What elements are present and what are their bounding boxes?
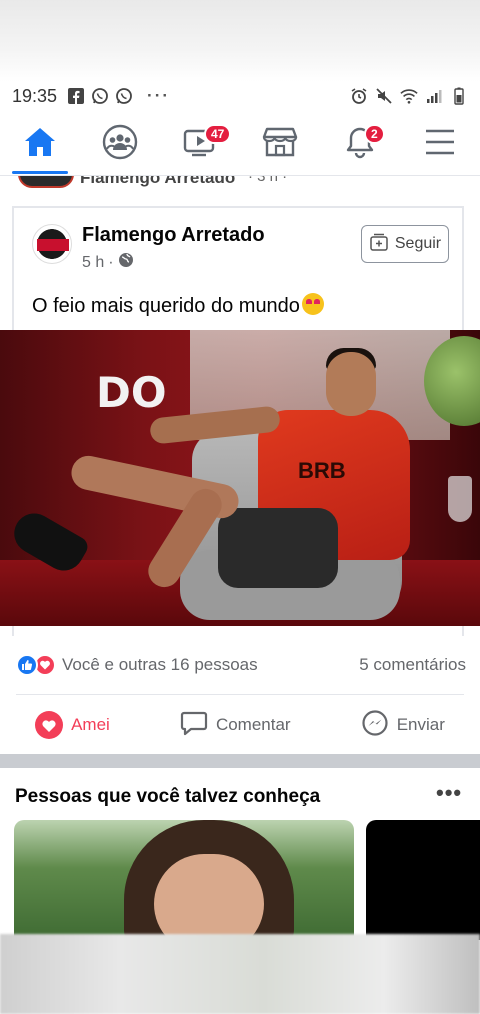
divider bbox=[16, 694, 464, 695]
photo-player-shorts bbox=[218, 508, 338, 588]
post-actions: Amei Comentar Enviar bbox=[0, 702, 480, 748]
photo-glass bbox=[448, 476, 472, 522]
love-button[interactable]: Amei bbox=[35, 711, 110, 739]
reactions-row: Você e outras 16 pessoas 5 comentários bbox=[16, 650, 466, 680]
previous-post-meta: · 3 h · bbox=[248, 176, 288, 185]
photo-backdrop-text: DO bbox=[96, 368, 167, 417]
nav-watch[interactable]: 47 bbox=[164, 116, 236, 174]
watch-badge: 47 bbox=[204, 123, 232, 144]
heart-icon bbox=[35, 711, 64, 739]
mute-icon bbox=[375, 87, 393, 105]
nav-marketplace[interactable] bbox=[244, 116, 316, 174]
follow-icon bbox=[369, 233, 389, 256]
meta-separator: · bbox=[108, 253, 114, 271]
previous-post-peek[interactable]: Flamengo Arretado · 3 h · bbox=[0, 176, 480, 190]
nav-groups[interactable] bbox=[84, 116, 156, 174]
page-avatar[interactable] bbox=[32, 224, 72, 264]
previous-post-page-name: Flamengo Arretado bbox=[80, 176, 236, 187]
photo-player-head bbox=[326, 352, 376, 416]
reaction-icons[interactable] bbox=[16, 654, 56, 676]
people-you-may-know: Pessoas que você talvez conheça ••• bbox=[0, 768, 480, 940]
marketplace-icon bbox=[262, 125, 298, 164]
pymk-title: Pessoas que você talvez conheça bbox=[15, 786, 321, 807]
jersey-sponsor-text: BRB bbox=[298, 458, 346, 483]
suggestion-card[interactable] bbox=[14, 820, 354, 940]
wifi-icon bbox=[400, 87, 418, 105]
comment-button[interactable]: Comentar bbox=[180, 709, 291, 742]
signal-icon bbox=[425, 87, 443, 105]
nav-notifications[interactable]: 2 bbox=[324, 116, 396, 174]
notifications-badge: 2 bbox=[364, 123, 385, 144]
heart-eyes-emoji-icon bbox=[301, 293, 324, 315]
more-notifications-icon: ··· bbox=[147, 86, 171, 105]
groups-icon bbox=[101, 123, 139, 166]
facebook-icon bbox=[67, 87, 85, 105]
previous-post-avatar bbox=[18, 176, 74, 188]
post-time: 5 h bbox=[82, 253, 105, 271]
follow-label: Seguir bbox=[394, 235, 442, 252]
status-bar: 19:35 ··· bbox=[0, 82, 480, 110]
section-separator bbox=[0, 754, 480, 768]
top-navigation: 47 2 bbox=[0, 114, 480, 176]
love-label: Amei bbox=[71, 715, 110, 734]
nav-home[interactable] bbox=[4, 116, 76, 174]
suggestion-card[interactable] bbox=[366, 820, 480, 940]
whatsapp-icon bbox=[91, 87, 109, 105]
like-reaction-icon bbox=[16, 654, 38, 676]
menu-icon bbox=[424, 128, 456, 161]
clock: 19:35 bbox=[12, 85, 58, 106]
comment-icon bbox=[180, 709, 208, 742]
screenshot-blur-bottom bbox=[0, 934, 480, 1014]
home-icon bbox=[23, 126, 57, 163]
nav-menu[interactable] bbox=[404, 116, 476, 174]
more-options-icon[interactable]: ••• bbox=[436, 780, 462, 806]
share-label: Enviar bbox=[396, 715, 445, 734]
suggestion-photo-face bbox=[154, 854, 264, 940]
alarm-icon bbox=[350, 87, 368, 105]
post-header: Flamengo Arretado 5 h · Seguir bbox=[32, 222, 452, 273]
screenshot-blur-top bbox=[0, 0, 480, 82]
messenger-icon bbox=[361, 709, 389, 742]
battery-icon bbox=[450, 87, 468, 105]
comments-count[interactable]: 5 comentários bbox=[359, 655, 466, 675]
post-caption-text: O feio mais querido do mundo bbox=[32, 295, 300, 317]
whatsapp-icon bbox=[115, 87, 133, 105]
post-caption: O feio mais querido do mundo bbox=[32, 293, 324, 318]
globe-icon bbox=[118, 252, 134, 273]
share-button[interactable]: Enviar bbox=[361, 709, 445, 742]
post-meta: 5 h · bbox=[82, 252, 134, 273]
page-name[interactable]: Flamengo Arretado bbox=[82, 224, 265, 247]
post-photo[interactable]: DO BRB bbox=[0, 330, 480, 626]
reactions-text[interactable]: Você e outras 16 pessoas bbox=[62, 655, 258, 675]
comment-label: Comentar bbox=[215, 715, 291, 734]
follow-button[interactable]: Seguir bbox=[361, 225, 449, 263]
